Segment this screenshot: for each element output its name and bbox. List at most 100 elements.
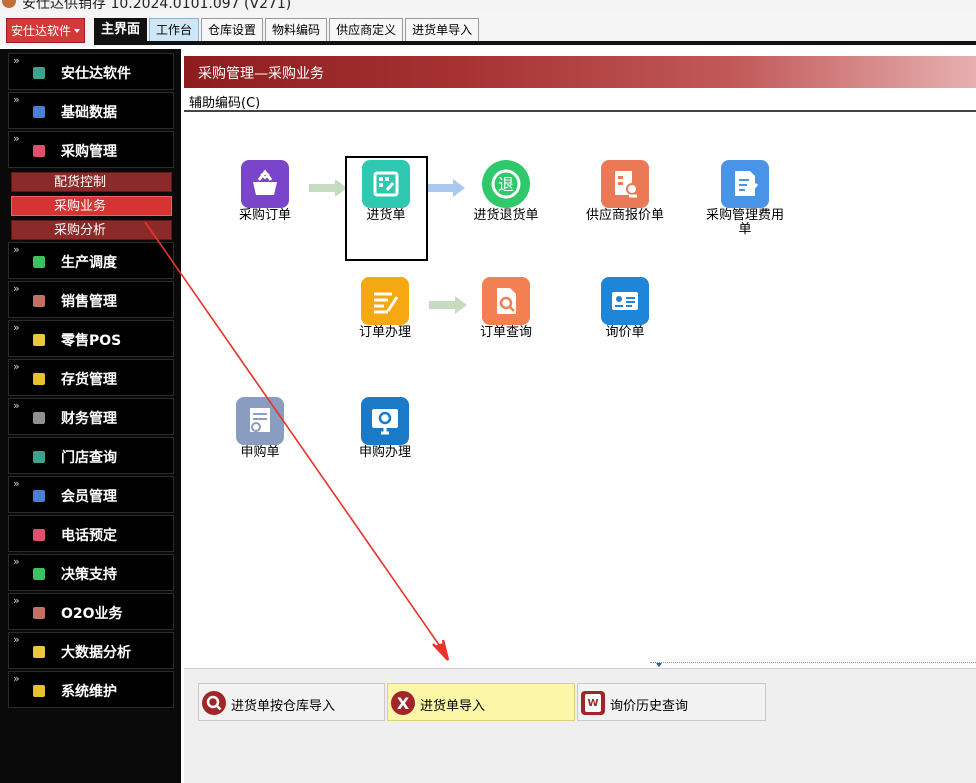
flow-node-order-handling[interactable]: 订单办理: [340, 277, 430, 340]
flow-node-requisition-handling[interactable]: 申购办理: [340, 397, 430, 460]
inquiry-history-button[interactable]: W 询价历史查询: [577, 683, 766, 721]
module-icon: [33, 451, 45, 463]
sidebar-item-production[interactable]: » 生产调度: [8, 242, 174, 279]
flow-node-label: 进货单: [366, 208, 406, 223]
expand-chevron-icon: »: [13, 321, 20, 334]
sidebar-item-finance[interactable]: » 财务管理: [8, 398, 174, 435]
sidebar-item-retail-pos[interactable]: » 零售POS: [8, 320, 174, 357]
brand-menu-button[interactable]: 安仕达软件: [6, 18, 85, 43]
expand-chevron-icon: »: [13, 633, 20, 646]
flow-node-label: 申购单: [240, 445, 280, 460]
module-icon: [33, 145, 45, 157]
list-pen-icon: [361, 277, 409, 325]
sidebar-item-label: O2O业务: [61, 606, 123, 622]
module-icon: [33, 412, 45, 424]
module-icon: [33, 67, 45, 79]
module-icon: [33, 334, 45, 346]
window-titlebar: 安仕达供销存 10.2024.0101.097 (V271): [0, 0, 976, 12]
collapse-chevron-icon: »: [13, 132, 20, 145]
sidebar-item-anshida[interactable]: » 安仕达软件: [8, 53, 174, 90]
expand-chevron-icon: »: [13, 477, 20, 490]
module-icon: [33, 529, 45, 541]
flow-node-label: 供应商报价单: [585, 208, 664, 223]
tab-warehouse-settings[interactable]: 仓库设置: [201, 18, 264, 42]
module-icon: [33, 106, 45, 118]
sidebar-item-label: 电话预定: [61, 528, 117, 544]
tab-main[interactable]: 主界面: [94, 18, 148, 42]
sidebar-item-label: 财务管理: [61, 411, 117, 427]
tab-purchase-import[interactable]: 进货单导入: [405, 18, 480, 42]
top-toolbar: 安仕达软件 主界面 工作台 仓库设置 物料编码 供应商定义 进货单导入: [0, 12, 976, 46]
module-icon: [33, 295, 45, 307]
excel-x-icon: X: [391, 691, 415, 715]
sidebar-item-label: 存货管理: [61, 372, 117, 388]
sidebar-item-label: 生产调度: [61, 255, 117, 271]
sidebar-item-o2o[interactable]: » O2O业务: [8, 593, 174, 630]
module-icon: [33, 607, 45, 619]
page-title: 采购管理—采购业务: [198, 66, 324, 82]
expand-chevron-icon: »: [13, 360, 20, 373]
flow-node-inquiry[interactable]: 询价单: [580, 277, 670, 340]
caret-down-icon: [74, 29, 80, 33]
tab-supplier-definition[interactable]: 供应商定义: [329, 18, 404, 42]
svg-text:退: 退: [498, 175, 514, 194]
app-logo-icon: [2, 0, 16, 8]
module-icon: [33, 256, 45, 268]
section-header: 采购管理—采购业务: [184, 56, 976, 88]
sidebar-item-phone-booking[interactable]: 电话预定: [8, 515, 174, 552]
import-by-warehouse-button[interactable]: 进货单按仓库导入: [198, 683, 385, 721]
purchase-import-button[interactable]: X 进货单导入: [387, 683, 575, 721]
expand-chevron-icon: »: [13, 243, 20, 256]
sidebar-item-label: 决策支持: [61, 567, 117, 583]
sidebar-item-label: 销售管理: [61, 294, 117, 310]
splitter-handle[interactable]: [650, 662, 976, 667]
sidebar-item-store-query[interactable]: 门店查询: [8, 437, 174, 474]
sidebar-item-label: 系统维护: [61, 684, 117, 700]
flow-node-purchase-receipt[interactable]: 进货单: [341, 160, 431, 223]
sidebar-item-inventory[interactable]: » 存货管理: [8, 359, 174, 396]
flow-node-label: 采购订单: [238, 208, 291, 223]
expand-chevron-icon: »: [13, 93, 20, 106]
return-icon: 退: [482, 160, 530, 208]
helper-code-label[interactable]: 辅助编码(C): [189, 92, 260, 111]
sidebar-item-purchase[interactable]: » 采购管理: [8, 131, 174, 168]
flow-node-label: 进货退货单: [473, 208, 539, 223]
flow-node-supplier-quote[interactable]: 供应商报价单: [580, 160, 670, 223]
module-icon: [33, 490, 45, 502]
flow-node-requisition[interactable]: 申购单: [215, 397, 305, 460]
form-check-icon: [236, 397, 284, 445]
flow-node-order-query[interactable]: 订单查询: [461, 277, 551, 340]
monitor-gear-icon: [361, 397, 409, 445]
sidebar-item-system-maintenance[interactable]: » 系统维护: [8, 671, 174, 708]
sidebar: » 安仕达软件 » 基础数据 » 采购管理 配货控制 采购业务 采购分析 » 生…: [0, 49, 181, 783]
flow-node-label: 订单办理: [358, 325, 411, 340]
sidebar-subitem-distribution[interactable]: 配货控制: [11, 172, 172, 192]
id-card-icon: [601, 277, 649, 325]
sidebar-item-label: 大数据分析: [61, 645, 131, 661]
expand-chevron-icon: »: [13, 54, 20, 67]
sidebar-subitem-purchase-analysis[interactable]: 采购分析: [11, 220, 172, 240]
module-icon: [33, 373, 45, 385]
sidebar-item-big-data[interactable]: » 大数据分析: [8, 632, 174, 669]
tab-workbench[interactable]: 工作台: [149, 18, 200, 42]
edit-grid-icon: [362, 160, 410, 208]
quick-action-label: 进货单导入: [420, 699, 486, 714]
sidebar-item-decision-support[interactable]: » 决策支持: [8, 554, 174, 591]
sidebar-item-sales[interactable]: » 销售管理: [8, 281, 174, 318]
splitter-pin-icon: [656, 663, 662, 667]
flow-node-purchase-order[interactable]: 采购订单: [220, 160, 310, 223]
flow-node-label: 询价单: [605, 325, 645, 340]
sidebar-item-label: 安仕达软件: [61, 66, 131, 82]
module-icon: [33, 646, 45, 658]
expand-chevron-icon: »: [13, 399, 20, 412]
tab-material-code[interactable]: 物料编码: [265, 18, 328, 42]
sidebar-subitem-purchase-business[interactable]: 采购业务: [11, 196, 172, 216]
sidebar-item-members[interactable]: » 会员管理: [8, 476, 174, 513]
quote-doc-icon: [601, 160, 649, 208]
sidebar-item-basic-data[interactable]: » 基础数据: [8, 92, 174, 129]
expand-chevron-icon: »: [13, 672, 20, 685]
svg-text:X: X: [397, 694, 410, 713]
flow-node-purchase-expense[interactable]: 采购管理费用单: [700, 160, 790, 237]
flow-node-purchase-return[interactable]: 退 进货退货单: [461, 160, 551, 223]
sidebar-item-label: 基础数据: [61, 105, 117, 121]
